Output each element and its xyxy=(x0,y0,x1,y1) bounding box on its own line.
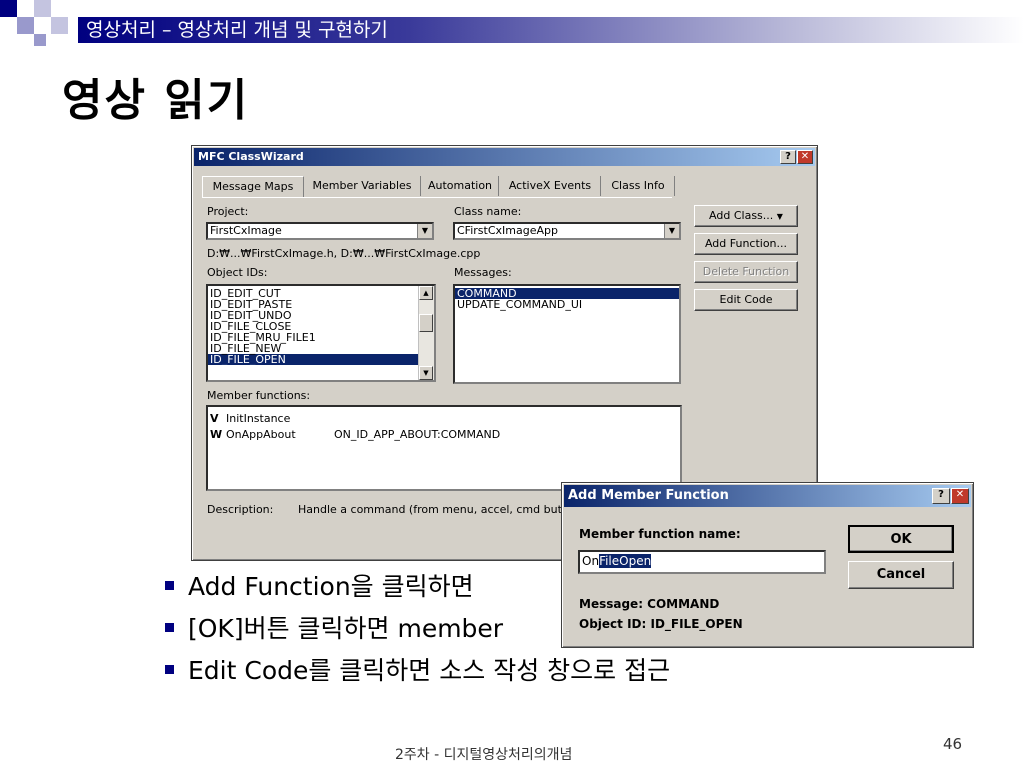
function-map: ON_ID_APP_ABOUT:COMMAND xyxy=(334,428,501,441)
function-name-selected: FileOpen xyxy=(599,554,652,568)
add-function-button[interactable]: Add Function... xyxy=(694,233,798,255)
function-flag: V xyxy=(210,412,219,425)
object-ids-label: Object IDs: xyxy=(207,266,268,279)
tab-class-info[interactable]: Class Info xyxy=(602,176,675,196)
scroll-down-icon[interactable]: ▼ xyxy=(419,366,433,380)
add-member-title: Add Member Function xyxy=(568,488,729,503)
bullet-item: [OK]버튼 클릭하면 member xyxy=(165,609,503,645)
close-button[interactable]: ✕ xyxy=(951,488,969,504)
cancel-button[interactable]: Cancel xyxy=(848,561,954,589)
chevron-down-icon[interactable]: ▼ xyxy=(417,224,432,238)
tab-member-variables[interactable]: Member Variables xyxy=(304,176,421,196)
tab-message-maps[interactable]: Message Maps xyxy=(202,176,304,197)
add-class-label: Add Class... xyxy=(709,209,774,222)
description-text: Handle a command (from menu, accel, cmd … xyxy=(298,503,573,516)
scroll-up-icon[interactable]: ▲ xyxy=(419,286,433,300)
object-ids-scrollbar[interactable]: ▲ ▼ xyxy=(418,286,434,380)
delete-function-button[interactable]: Delete Function xyxy=(694,261,798,283)
slide-header: 영상처리 – 영상처리 개념 및 구현하기 xyxy=(0,0,1024,46)
bullet-square-icon xyxy=(165,580,174,590)
slide-title: 영상 읽기 xyxy=(62,75,250,126)
tab-automation[interactable]: Automation xyxy=(422,176,499,196)
function-name: InitInstance xyxy=(226,412,291,425)
messages-list[interactable]: COMMAND UPDATE_COMMAND_UI xyxy=(453,284,681,384)
header-square-5 xyxy=(34,34,46,46)
header-square-2 xyxy=(17,17,34,34)
class-name-value: CFirstCxImageApp xyxy=(457,224,558,237)
object-ids-list[interactable]: ID_EDIT_CUT ID_EDIT_PASTE ID_EDIT_UNDO I… xyxy=(206,284,436,382)
tab-activex-events[interactable]: ActiveX Events xyxy=(500,176,601,196)
chevron-down-icon: ▼ xyxy=(776,212,783,221)
function-name: OnAppAbout xyxy=(226,428,296,441)
function-flag: W xyxy=(210,428,223,441)
classwizard-title: MFC ClassWizard xyxy=(198,150,304,163)
file-path-text: D:₩...₩FirstCxImage.h, D:₩...₩FirstCxIma… xyxy=(207,247,481,260)
class-name-dropdown[interactable]: CFirstCxImageApp ▼ xyxy=(453,222,681,240)
list-item-selected[interactable]: ID_FILE_OPEN xyxy=(208,354,418,365)
project-label: Project: xyxy=(207,205,249,218)
object-id-text: Object ID: ID_FILE_OPEN xyxy=(579,617,743,631)
add-member-function-dialog: Add Member Function ? ✕ Member function … xyxy=(561,482,974,648)
slide-footer: 2주차 - 디지털영상처리의개념 xyxy=(395,747,573,763)
description-label: Description: xyxy=(207,503,274,516)
header-square-1 xyxy=(0,0,17,17)
header-square-4 xyxy=(51,17,68,34)
project-dropdown[interactable]: FirstCxImage ▼ xyxy=(206,222,434,240)
bullet-item: Add Function을 클릭하면 xyxy=(165,567,474,603)
bullet-text: [OK]버튼 클릭하면 member xyxy=(188,614,504,643)
bullet-item: Edit Code를 클릭하면 소스 작성 창으로 접근 xyxy=(165,651,670,687)
project-value: FirstCxImage xyxy=(210,224,282,237)
message-text: Message: COMMAND xyxy=(579,597,720,611)
class-name-label: Class name: xyxy=(454,205,522,218)
member-functions-label: Member functions: xyxy=(207,389,311,402)
list-item[interactable]: UPDATE_COMMAND_UI xyxy=(455,299,679,310)
list-item[interactable]: V InitInstance xyxy=(208,411,680,427)
bullet-text: Add Function을 클릭하면 xyxy=(188,572,474,601)
help-button[interactable]: ? xyxy=(932,488,950,504)
header-square-3 xyxy=(34,0,51,17)
function-name-prefix: On xyxy=(582,554,600,568)
bullet-text: Edit Code를 클릭하면 소스 작성 창으로 접근 xyxy=(188,656,671,685)
help-button[interactable]: ? xyxy=(780,150,796,164)
bullet-square-icon xyxy=(165,622,174,632)
page-number: 46 xyxy=(943,735,963,753)
tab-strip: Message Maps Member Variables Automation… xyxy=(202,176,675,198)
slide-header-title: 영상처리 – 영상처리 개념 및 구현하기 xyxy=(78,17,1024,43)
classwizard-titlebar: MFC ClassWizard ? ✕ xyxy=(194,148,815,166)
function-name-input[interactable]: OnFileOpen xyxy=(578,550,826,574)
scroll-thumb[interactable] xyxy=(419,314,433,332)
messages-label: Messages: xyxy=(454,266,512,279)
list-item[interactable]: W OnAppAbout ON_ID_APP_ABOUT:COMMAND xyxy=(208,427,680,443)
member-functions-list[interactable]: V InitInstance W OnAppAbout ON_ID_APP_ABOUT… xyxy=(206,405,682,491)
function-name-label: Member function name: xyxy=(579,527,741,541)
ok-button[interactable]: OK xyxy=(848,525,954,553)
chevron-down-icon[interactable]: ▼ xyxy=(664,224,679,238)
add-class-button[interactable]: Add Class... ▼ xyxy=(694,205,798,227)
edit-code-button[interactable]: Edit Code xyxy=(694,289,798,311)
close-button[interactable]: ✕ xyxy=(797,150,813,164)
add-member-titlebar: Add Member Function ? ✕ xyxy=(564,485,971,507)
bullet-square-icon xyxy=(165,664,174,674)
